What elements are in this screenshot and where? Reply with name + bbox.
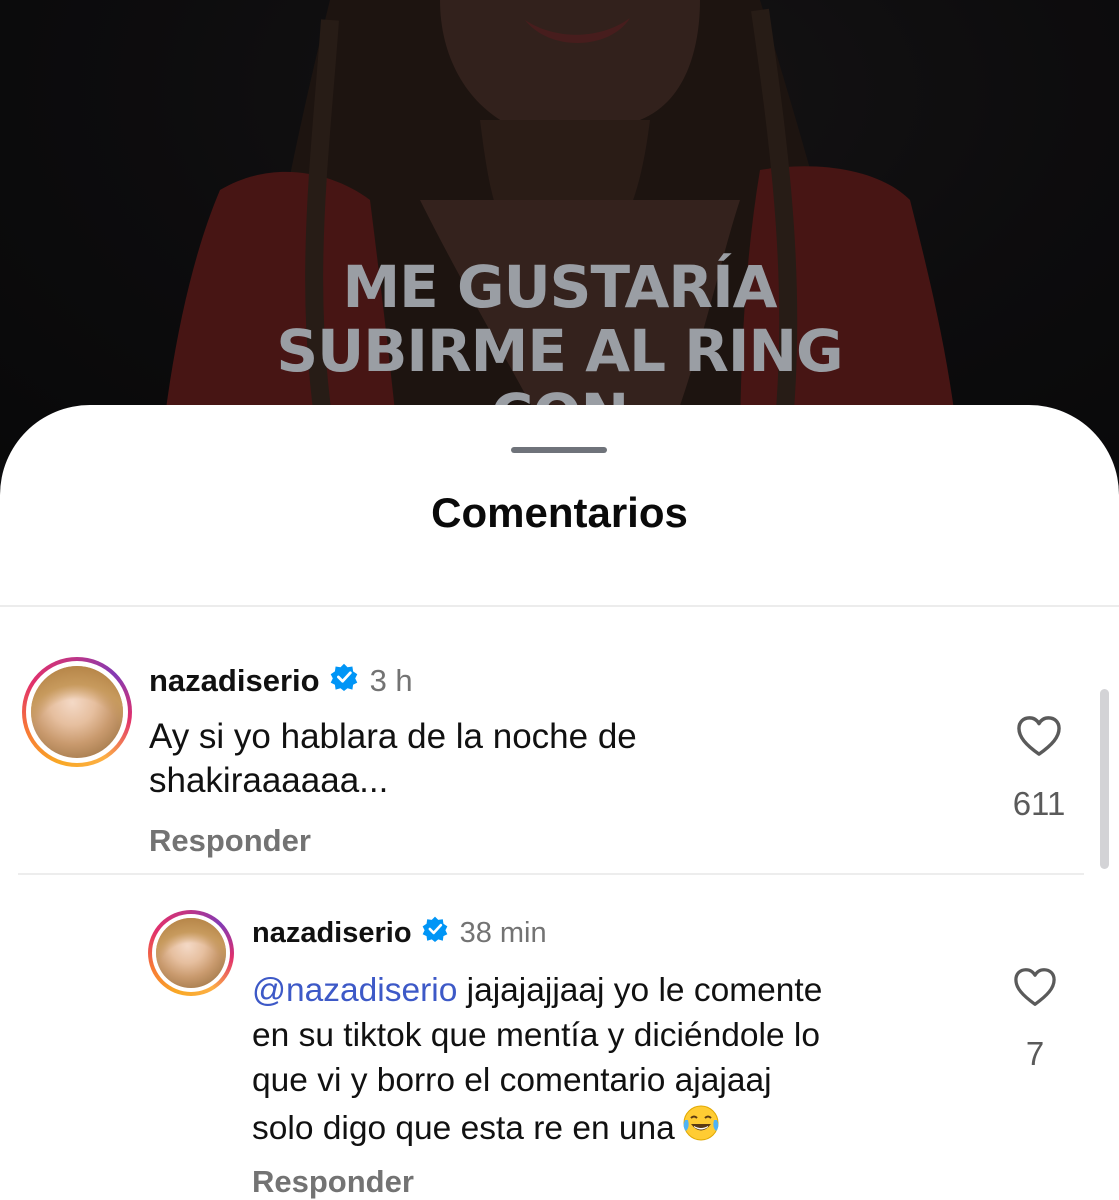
heart-icon[interactable] (1000, 715, 1078, 767)
verified-badge-icon (330, 663, 358, 699)
reply-button[interactable]: Responder (252, 1164, 414, 1200)
comment-text-line: solo digo que esta re en una (252, 1103, 972, 1155)
comment-text-line: shakiraaaaaa... (149, 761, 389, 800)
like-control: 7 (1000, 967, 1070, 1073)
like-count: 7 (1025, 1035, 1045, 1072)
like-count: 611 (1012, 785, 1066, 822)
comments-sheet: Comentarios nazadiserio 3 h Ay si yo hab… (0, 405, 1119, 1200)
comment-text: Ay si yo hablara de la noche de shakiraa… (149, 715, 969, 803)
comment-header: nazadiserio 38 min (252, 916, 547, 950)
header-divider (0, 605, 1119, 607)
scrollbar[interactable] (1100, 689, 1109, 869)
like-control: 611 (1000, 715, 1078, 823)
comment-text-line: en su tiktok que mentía y diciéndole lo (252, 1017, 820, 1054)
mention-link[interactable]: @nazadiserio (252, 972, 457, 1009)
comment-text-line: Ay si yo hablara de la noche de (149, 717, 637, 756)
avatar[interactable] (148, 910, 234, 996)
comment-timestamp: 38 min (459, 916, 547, 949)
heart-icon[interactable] (1000, 967, 1070, 1017)
comment-divider (18, 873, 1084, 875)
video-caption-line-2: SUBIRME AL RING (276, 317, 843, 385)
avatar[interactable] (22, 657, 132, 767)
sheet-title: Comentarios (431, 489, 688, 536)
tears-of-joy-emoji (681, 1103, 721, 1155)
comment-username[interactable]: nazadiserio (252, 917, 412, 950)
video-caption-line-1: ME GUSTARÍA (342, 253, 777, 321)
sheet-drag-handle[interactable] (511, 447, 607, 453)
verified-badge-icon (422, 916, 448, 950)
reply-comment-item: nazadiserio 38 min @nazadiserio jajajajj… (0, 910, 1100, 1200)
comment-header: nazadiserio 3 h (149, 663, 413, 699)
comment-item: nazadiserio 3 h Ay si yo hablara de la n… (0, 655, 1100, 865)
reply-button[interactable]: Responder (149, 823, 311, 859)
comment-username[interactable]: nazadiserio (149, 663, 320, 699)
comment-text-line: @nazadiserio jajajajjaaj yo le comente (252, 972, 823, 1009)
video-background: ME GUSTARÍA SUBIRME AL RING CON (0, 0, 1119, 460)
comment-text: @nazadiserio jajajajjaaj yo le comente e… (252, 968, 972, 1155)
comment-timestamp: 3 h (369, 663, 413, 698)
comment-text-line: que vi y borro el comentario ajajaaj (252, 1062, 772, 1099)
